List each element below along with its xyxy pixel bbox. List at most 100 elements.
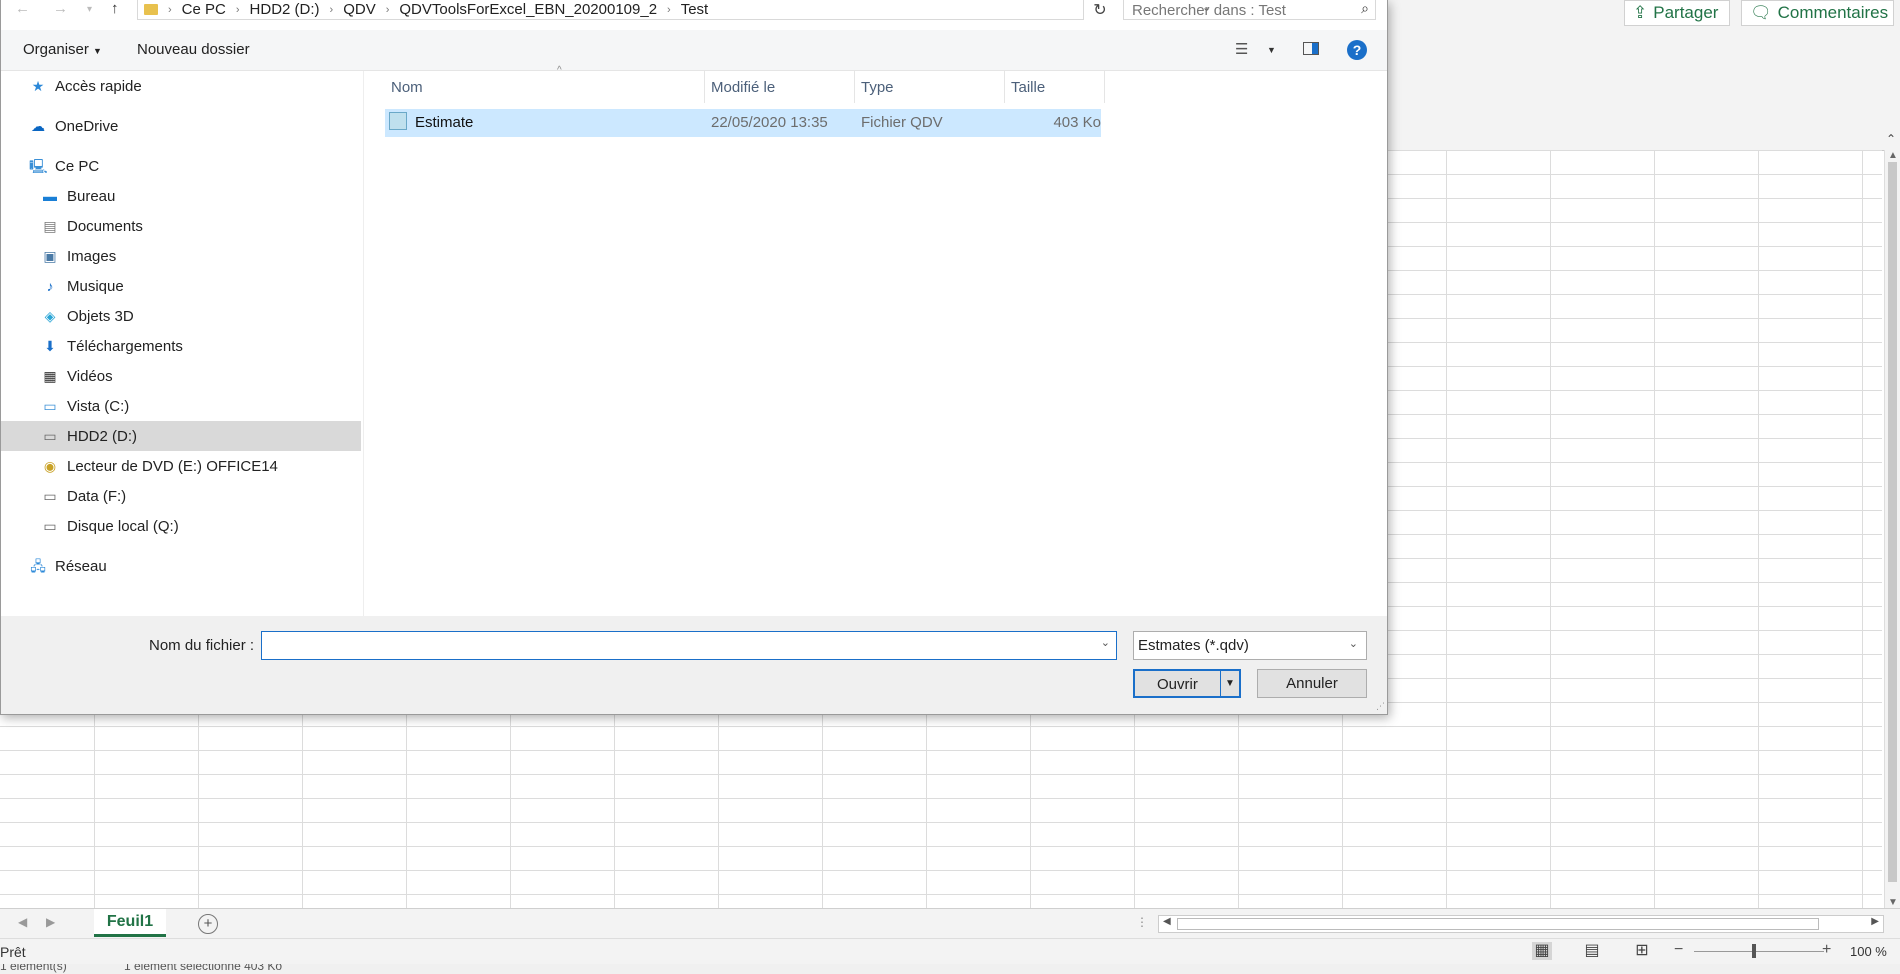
search-icon[interactable]: ⌕ xyxy=(1361,0,1369,17)
nav-desktop[interactable]: ▬ Bureau xyxy=(1,181,361,211)
organise-button[interactable]: Organiser ▼ xyxy=(23,41,102,58)
resize-grip-icon[interactable]: ⋰ xyxy=(1376,701,1385,712)
file-modified: 22/05/2020 13:35 xyxy=(711,114,828,131)
download-icon: ⬇ xyxy=(44,338,56,354)
column-header-modified[interactable]: Modifié le xyxy=(705,71,855,103)
zoom-in-icon[interactable]: + xyxy=(1822,941,1831,959)
breadcrumb-item[interactable]: HDD2 (D:) xyxy=(250,1,320,18)
zoom-slider-thumb[interactable] xyxy=(1752,944,1756,958)
star-icon: ★ xyxy=(31,78,45,94)
vertical-scrollbar[interactable]: ▲ ▼ xyxy=(1884,150,1900,908)
file-type-filter[interactable]: Estmates (*.qdv) ⌄ xyxy=(1133,631,1367,660)
chevron-down-icon[interactable]: ⌄ xyxy=(1101,636,1110,649)
nav-this-pc[interactable]: 🖳 Ce PC xyxy=(1,151,361,181)
nav-label: Lecteur de DVD (E:) OFFICE14 xyxy=(67,457,278,475)
splitter-icon[interactable]: ⋮ xyxy=(1136,915,1148,929)
nav-documents[interactable]: ▤ Documents xyxy=(1,211,361,241)
column-header-name[interactable]: Nom xyxy=(385,71,705,103)
column-headers: ^ Nom Modifié le Type Taille xyxy=(385,65,1105,103)
forward-arrow-icon[interactable]: → xyxy=(53,0,68,17)
nav-drive-q[interactable]: ▭ Disque local (Q:) xyxy=(1,511,361,541)
nav-drive-f[interactable]: ▭ Data (F:) xyxy=(1,481,361,511)
breadcrumb-item[interactable]: Ce PC xyxy=(182,1,226,18)
nav-dvd-drive[interactable]: ◉ Lecteur de DVD (E:) OFFICE14 xyxy=(1,451,361,481)
filename-input[interactable] xyxy=(262,632,1086,660)
file-row[interactable]: Estimate 22/05/2020 13:35 Fichier QDV 40… xyxy=(385,109,1101,137)
sheet-tab-feuil1[interactable]: Feuil1 xyxy=(94,909,166,937)
open-options-dropdown-icon[interactable]: ▼ xyxy=(1220,671,1239,696)
nav-downloads[interactable]: ⬇ Téléchargements xyxy=(1,331,361,361)
page-layout-icon[interactable]: ▤ xyxy=(1582,942,1602,960)
breadcrumb-item[interactable]: QDV xyxy=(343,1,376,18)
search-box[interactable]: ⌕ xyxy=(1123,0,1376,20)
breadcrumb-item[interactable]: QDVToolsForExcel_EBN_20200109_2 xyxy=(399,1,657,18)
file-list[interactable]: ^ Nom Modifié le Type Taille Estimate 22… xyxy=(365,65,1387,616)
nav-quick-access[interactable]: ★ Accès rapide xyxy=(1,71,361,101)
scroll-right-icon[interactable]: ▶ xyxy=(1871,916,1879,927)
horizontal-scrollbar[interactable]: ◀ ▶ xyxy=(1158,915,1884,933)
chevron-up-icon[interactable]: ⌃ xyxy=(1886,132,1896,146)
tab-next-icon[interactable]: ▶ xyxy=(46,915,55,929)
cube-icon: ◈ xyxy=(44,308,56,324)
nav-drive-c[interactable]: ▭ Vista (C:) xyxy=(1,391,361,421)
nav-drive-d[interactable]: ▭ HDD2 (D:) xyxy=(1,421,361,451)
breadcrumb[interactable]: › Ce PC › HDD2 (D:) › QDV › QDVToolsForE… xyxy=(137,0,1211,20)
comments-button[interactable]: 🗨 Commentaires xyxy=(1741,0,1894,26)
breadcrumb-separator-icon[interactable]: › xyxy=(386,4,390,16)
filename-combobox[interactable]: ⌄ xyxy=(261,631,1117,660)
breadcrumb-separator-icon[interactable]: › xyxy=(168,4,172,16)
scroll-up-icon[interactable]: ▲ xyxy=(1888,150,1898,161)
nav-label: Objets 3D xyxy=(67,307,134,325)
cancel-button[interactable]: Annuler xyxy=(1257,669,1367,698)
scroll-thumb[interactable] xyxy=(1888,162,1897,882)
status-bar: Prêt ▦ ▤ ⊞ − + 100 % xyxy=(0,938,1900,965)
breadcrumb-item[interactable]: Test xyxy=(681,1,709,18)
back-arrow-icon[interactable]: ← xyxy=(15,0,30,17)
nav-onedrive[interactable]: ☁ OneDrive xyxy=(1,111,361,141)
column-header-size[interactable]: Taille xyxy=(1005,71,1105,103)
nav-3d-objects[interactable]: ◈ Objets 3D xyxy=(1,301,361,331)
share-button[interactable]: ⇪ Partager xyxy=(1624,0,1730,26)
page-break-icon[interactable]: ⊞ xyxy=(1632,942,1652,960)
refresh-icon[interactable]: ↻ xyxy=(1089,0,1111,20)
open-button[interactable]: Ouvrir ▼ xyxy=(1133,669,1241,698)
film-icon: ▦ xyxy=(43,368,57,384)
nav-videos[interactable]: ▦ Vidéos xyxy=(1,361,361,391)
up-arrow-icon[interactable]: ↑ xyxy=(111,0,119,17)
scroll-left-icon[interactable]: ◀ xyxy=(1163,916,1171,927)
image-icon: ▣ xyxy=(43,248,57,264)
desktop-icon: ▬ xyxy=(43,188,57,204)
zoom-level[interactable]: 100 % xyxy=(1850,944,1887,959)
share-label: Partager xyxy=(1653,3,1719,22)
file-type: Fichier QDV xyxy=(861,114,943,131)
add-sheet-icon[interactable]: + xyxy=(198,914,218,934)
recent-locations-icon[interactable]: ▾ xyxy=(87,4,92,15)
nav-images[interactable]: ▣ Images xyxy=(1,241,361,271)
tab-prev-icon[interactable]: ◀ xyxy=(18,915,27,929)
breadcrumb-separator-icon[interactable]: › xyxy=(330,4,334,16)
hard-drive-icon: ▭ xyxy=(43,488,57,504)
zoom-out-icon[interactable]: − xyxy=(1674,941,1683,959)
nav-label: Téléchargements xyxy=(67,337,183,355)
breadcrumb-separator-icon[interactable]: › xyxy=(236,4,240,16)
breadcrumb-separator-icon[interactable]: › xyxy=(667,4,671,16)
hard-drive-icon: ▭ xyxy=(43,518,57,534)
windows-drive-icon: ▭ xyxy=(43,398,57,414)
chevron-down-icon: ⌄ xyxy=(1348,638,1358,650)
cloud-icon: ☁ xyxy=(31,118,45,134)
view-details-icon[interactable]: ☰ xyxy=(1235,40,1248,58)
new-folder-button[interactable]: Nouveau dossier xyxy=(137,41,250,58)
column-header-type[interactable]: Type xyxy=(855,71,1005,103)
nav-music[interactable]: ♪ Musique xyxy=(1,271,361,301)
chevron-down-icon[interactable]: ▼ xyxy=(1267,45,1276,55)
help-icon[interactable]: ? xyxy=(1347,40,1367,60)
nav-label: Ce PC xyxy=(55,157,100,175)
hscroll-thumb[interactable] xyxy=(1177,918,1819,930)
normal-view-icon[interactable]: ▦ xyxy=(1532,942,1552,960)
scroll-down-icon[interactable]: ▼ xyxy=(1888,897,1898,908)
zoom-slider[interactable] xyxy=(1694,951,1824,952)
search-input[interactable] xyxy=(1124,0,1344,20)
nav-network[interactable]: 🖧 Réseau xyxy=(1,551,361,581)
nav-label: Réseau xyxy=(55,557,107,575)
preview-pane-icon[interactable] xyxy=(1303,42,1319,55)
